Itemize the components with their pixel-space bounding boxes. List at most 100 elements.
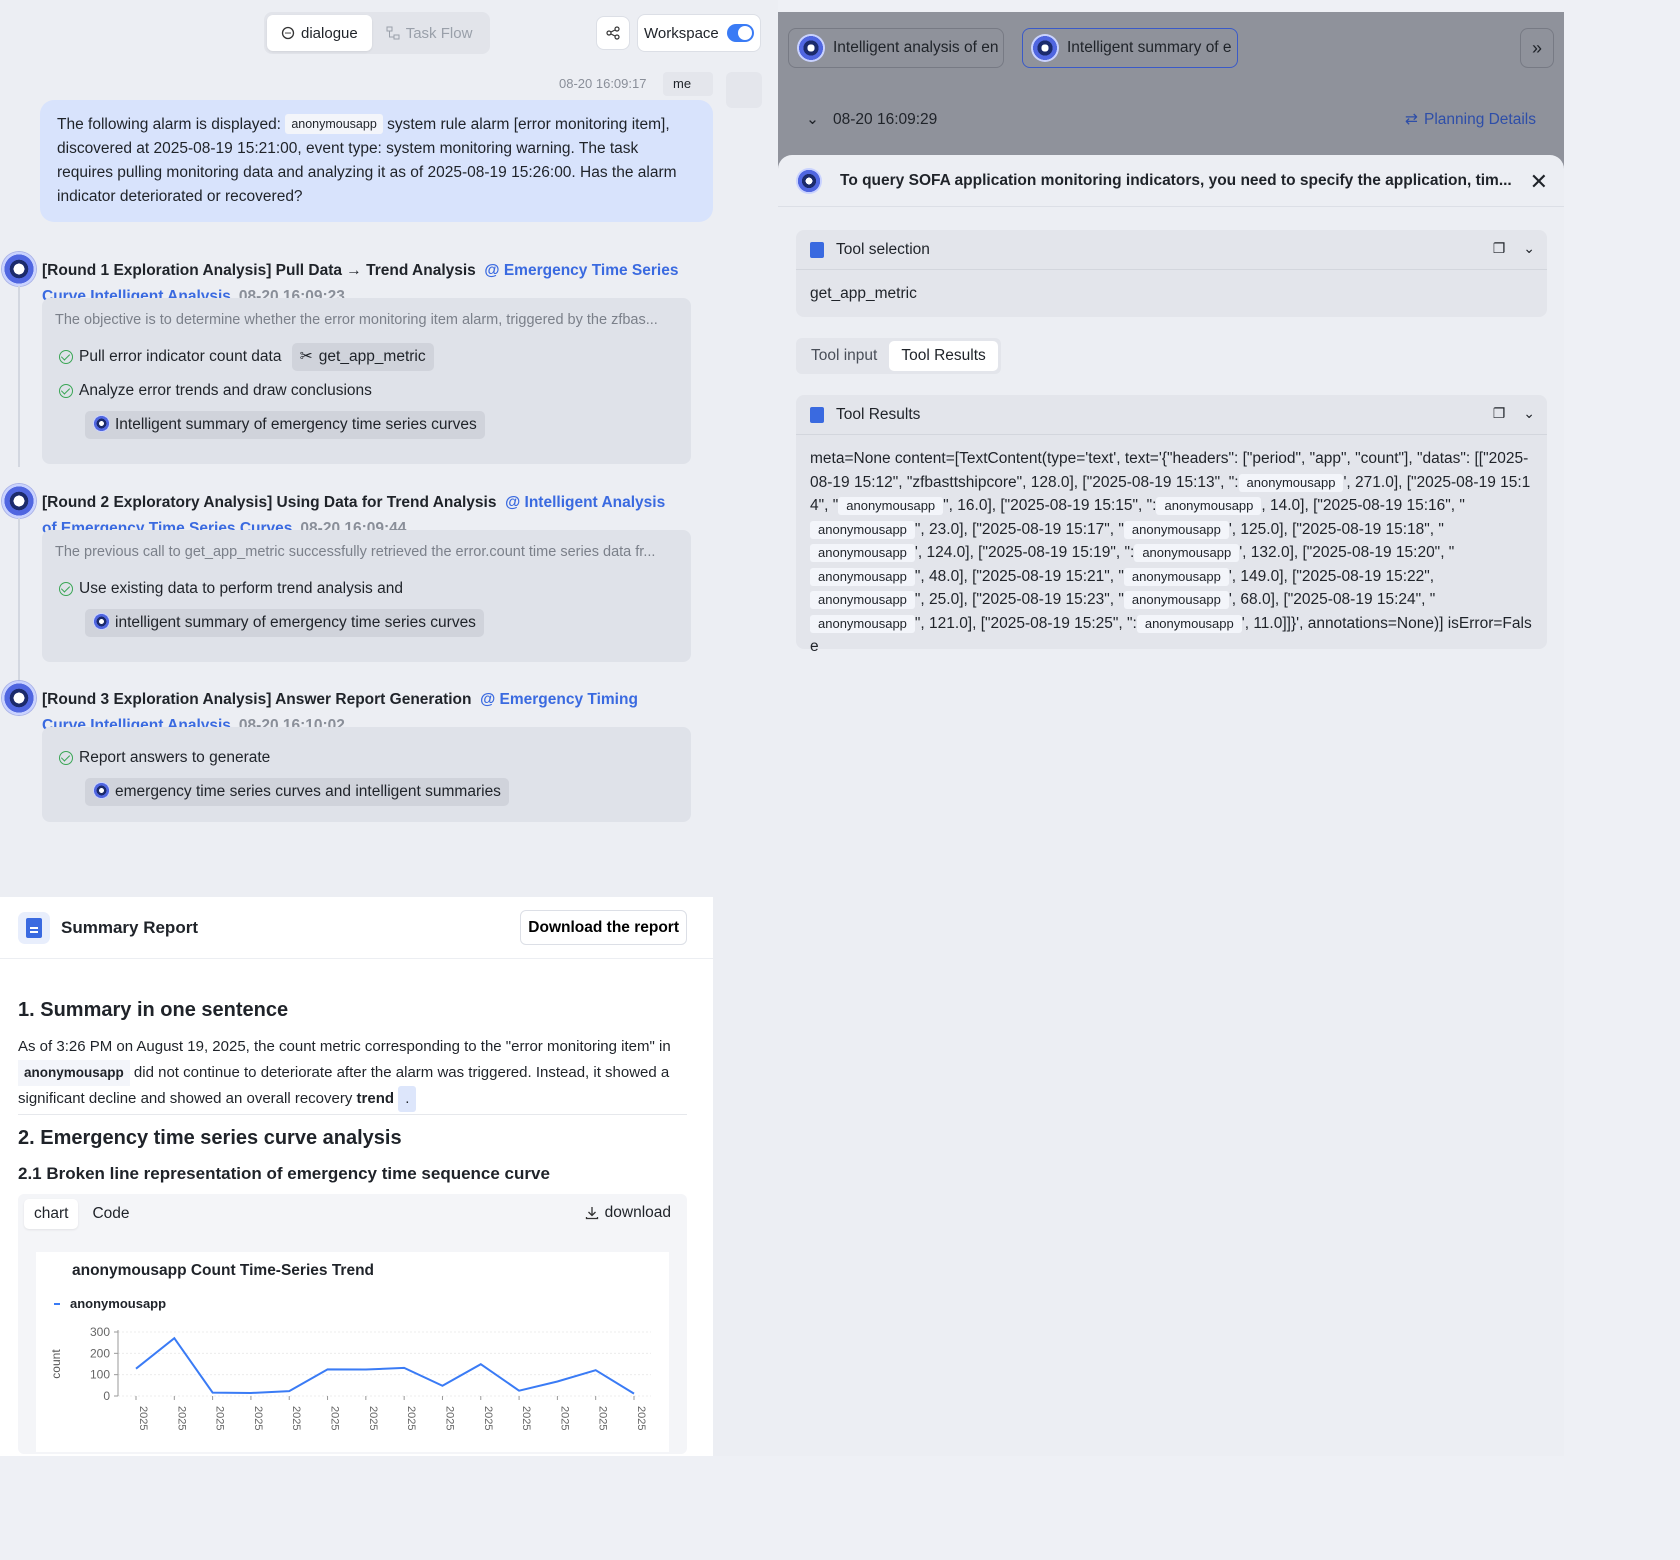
user-msg-text-1: The following alarm is displayed: — [57, 116, 286, 133]
app-chip: anonymousapp — [810, 544, 915, 562]
step-item: Pull error indicator count data ✂ get_app… — [55, 340, 678, 374]
app-chip: anonymousapp — [1134, 544, 1240, 562]
document-icon — [810, 406, 824, 423]
para-bold: trend — [356, 1090, 395, 1107]
round-desc[interactable]: The previous call to get_app_metric succ… — [55, 544, 678, 560]
tab-dialogue[interactable]: dialogue — [267, 15, 372, 51]
workspace-tab-2[interactable]: Intelligent summary of e — [1022, 28, 1238, 68]
close-icon[interactable]: ✕ — [1530, 169, 1548, 195]
app-chip: anonymousapp — [1123, 520, 1229, 539]
x-tick-label: 2025 — [520, 1406, 532, 1430]
y-axis-label: count — [49, 1349, 63, 1379]
share-button[interactable] — [596, 16, 630, 50]
app-chip: anonymousapp — [838, 497, 944, 515]
agent-chip[interactable]: emergency time series curves and intelli… — [85, 778, 509, 806]
check-circle-icon — [59, 582, 73, 596]
tab-chart[interactable]: chart — [24, 1199, 79, 1229]
run-time: 08-20 16:09:29 — [833, 110, 938, 128]
report-header: Summary Report Download the report — [0, 897, 713, 959]
chart-canvas: anonymousapp Count Time-Series Trend ano… — [36, 1252, 669, 1452]
x-tick-label: 2025 — [558, 1406, 570, 1430]
agent-mini-icon — [93, 415, 110, 432]
chart-container: chart Code download anonymousapp Count T… — [18, 1194, 687, 1454]
round-3: [Round 3 Exploration Analysis] Answer Re… — [0, 681, 700, 826]
app-chip: anonymousapp — [1136, 614, 1242, 633]
drawer-header: To query SOFA application monitoring ind… — [778, 155, 1564, 207]
tab-tool-results[interactable]: Tool Results — [889, 341, 998, 371]
mode-switch: dialogue Task Flow — [264, 12, 490, 54]
step-label: Use existing data to perform trend analy… — [79, 580, 403, 597]
tool-name: get_app_metric — [810, 285, 917, 302]
double-chevron-right-icon: » — [1531, 37, 1542, 58]
result-text: , 14.0], ["2025-08-19 15:16", " — [1261, 497, 1465, 514]
y-tick-label: 200 — [90, 1346, 110, 1360]
collapse-panel-button[interactable]: » — [1520, 28, 1554, 68]
workspace-tab-label: Intelligent summary of e — [1067, 39, 1232, 56]
agent-avatar-icon — [1031, 34, 1059, 62]
agent-avatar — [2, 484, 36, 518]
x-tick-label: 2025 — [175, 1406, 187, 1430]
chart-download-button[interactable]: download — [585, 1204, 671, 1222]
planning-details-link[interactable]: ⇄ Planning Details — [1405, 110, 1536, 129]
result-text: ', 124.0], ["2025-08-19 15:19", ": — [914, 544, 1135, 561]
workspace-switch[interactable] — [726, 24, 754, 42]
round-desc[interactable]: The objective is to determine whether th… — [55, 312, 678, 328]
panel-header: Tool selection ❐ ⌄ — [796, 230, 1547, 270]
step-label: Analyze error trends and draw conclusion… — [79, 382, 372, 399]
agent-chip-label: intelligent summary of emergency time se… — [115, 614, 476, 631]
citation-dot[interactable]: . — [398, 1086, 417, 1112]
copy-icon[interactable]: ❐ — [1493, 240, 1506, 257]
step-item: Report answers to generate emergency tim… — [55, 741, 678, 809]
chevron-down-icon[interactable]: ⌄ — [1523, 405, 1535, 422]
round-title-text: [Round 1 Exploration Analysis] Pull Data… — [42, 262, 476, 279]
x-tick-label: 2025 — [290, 1406, 302, 1430]
x-tick-label: 2025 — [405, 1406, 417, 1430]
download-report-button[interactable]: Download the report — [520, 910, 687, 945]
round-2: [Round 2 Exploratory Analysis] Using Dat… — [0, 484, 700, 682]
tool-chip[interactable]: ✂ get_app_metric — [291, 343, 434, 371]
y-tick-label: 300 — [90, 1325, 110, 1339]
tab-task-flow[interactable]: Task Flow — [372, 15, 487, 51]
chevron-down-icon[interactable]: ⌄ — [1523, 240, 1535, 257]
app-chip: anonymousapp — [18, 1060, 130, 1086]
flow-icon — [386, 26, 400, 40]
workspace-panel: Intelligent analysis of en Intelligent s… — [778, 12, 1564, 1456]
workspace-toggle[interactable]: Workspace — [637, 14, 761, 52]
result-text: ', 68.0], ["2025-08-19 15:24", " — [1228, 591, 1436, 608]
x-tick-label: 2025 — [137, 1406, 149, 1430]
timeline-line — [18, 286, 20, 467]
y-tick-label: 0 — [103, 1389, 110, 1403]
app-chip: anonymousapp — [285, 114, 383, 134]
share-icon — [606, 26, 620, 40]
user-avatar — [726, 72, 762, 108]
dialogue-panel: dialogue Task Flow Workspace 08-20 16:09… — [0, 0, 778, 1456]
agent-chip[interactable]: intelligent summary of emergency time se… — [85, 609, 484, 637]
agent-chip-label: Intelligent summary of emergency time se… — [115, 416, 477, 433]
agent-mini-icon — [93, 782, 110, 799]
sender-label: me — [663, 72, 713, 96]
tools-icon: ✂ — [299, 348, 313, 365]
summary-paragraph: As of 3:26 PM on August 19, 2025, the co… — [18, 1034, 687, 1115]
agent-chip[interactable]: Intelligent summary of emergency time se… — [85, 411, 485, 439]
tab-dialogue-label: dialogue — [301, 24, 358, 42]
app-chip: anonymousapp — [1156, 497, 1262, 515]
round-1: [Round 1 Exploration Analysis] Pull Data… — [0, 252, 700, 467]
tab-tool-input[interactable]: Tool input — [799, 341, 889, 371]
panel-title: Tool selection — [836, 240, 930, 258]
report-title: Summary Report — [61, 917, 198, 937]
run-time-row[interactable]: ⌄ 08-20 16:09:29 — [806, 110, 937, 129]
result-text: ', 149.0], ["2025-08-19 15:22", — [1228, 567, 1435, 585]
app-chip: anonymousapp — [810, 614, 915, 633]
agent-chip-label: emergency time series curves and intelli… — [115, 783, 501, 800]
tab-code[interactable]: Code — [82, 1199, 139, 1229]
app-chip: anonymousapp — [1123, 591, 1229, 609]
app-chip: anonymousapp — [1238, 473, 1344, 492]
round-card: The previous call to get_app_metric succ… — [42, 530, 691, 662]
section-heading-2-1: 2.1 Broken line representation of emerge… — [18, 1164, 550, 1183]
panel-tools: ❐ ⌄ — [1493, 240, 1535, 257]
copy-icon[interactable]: ❐ — [1493, 405, 1506, 422]
x-tick-label: 2025 — [252, 1406, 264, 1430]
workspace-tab-1[interactable]: Intelligent analysis of en — [788, 28, 1004, 68]
line-chart: count 0 100 200 300 2025 2025 2025 2025 2025 2025 2… — [49, 1325, 651, 1430]
chart-download-label: download — [604, 1204, 671, 1221]
